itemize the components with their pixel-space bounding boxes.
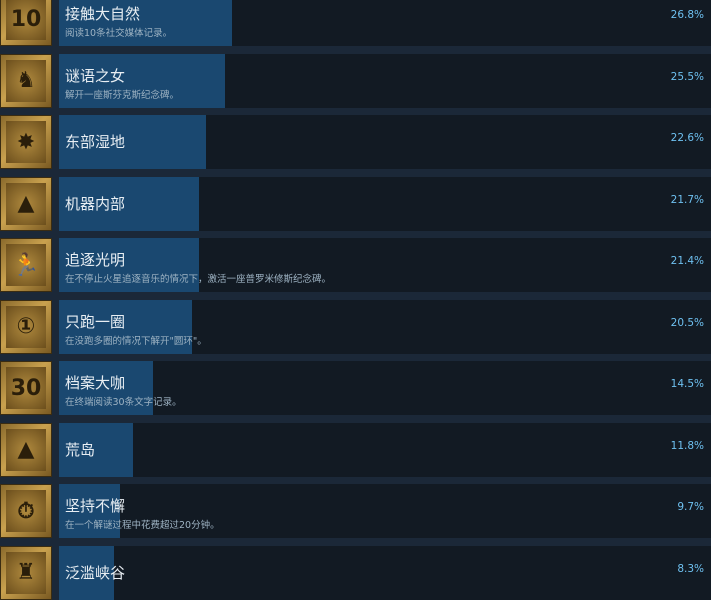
social-media-10-icon: 10 (0, 0, 52, 46)
progress-track: 追逐光明在不停止火星追逐音乐的情况下，激活一座普罗米修斯纪念碑。 21.4% (59, 238, 711, 292)
achievement-description: 阅读10条社交媒体记录。 (65, 28, 173, 39)
icon-glyph: 30 (6, 367, 46, 409)
achievement-row[interactable]: ▲ 荒岛 11.8% (0, 422, 711, 477)
achievement-description: 在没跑多圈的情况下解开"圆环"。 (65, 335, 207, 347)
icon-glyph: ✸ (6, 121, 46, 163)
achievement-row[interactable]: ① 只跑一圈在没跑多圈的情况下解开"圆环"。 20.5% (0, 299, 711, 354)
achievement-row[interactable]: ✸ 东部湿地 22.6% (0, 115, 711, 169)
achievement-title: 追逐光明 (65, 251, 126, 269)
achievement-title: 泛滥峡谷 (65, 563, 126, 582)
unlock-percentage: 26.8% (670, 9, 704, 21)
icon-glyph: ♞ (6, 59, 46, 102)
loop-one-icon: ① (0, 299, 52, 354)
progress-track: 机器内部 21.7% (59, 176, 711, 231)
island-pyramid-icon: ▲ (0, 422, 52, 477)
icon-glyph: ♜ (6, 551, 46, 594)
achievement-row[interactable]: ⏱ 坚持不懈在一个解谜过程中花费超过20分钟。 9.7% (0, 484, 711, 538)
running-figure-icon: 🏃 (0, 238, 52, 292)
canyon-tower-icon: ♜ (0, 545, 52, 600)
unlock-percentage: 21.4% (670, 255, 704, 267)
achievement-description: 在终端阅读30条文字记录。 (65, 397, 182, 408)
achievement-title: 档案大咖 (65, 374, 126, 392)
unlock-percentage: 14.5% (670, 378, 704, 390)
achievement-list: 10 接触大自然阅读10条社交媒体记录。 26.8% ♞ 谜语之女解开一座斯芬克斯纪念碑… (0, 0, 711, 600)
achievement-title: 谜语之女 (65, 66, 126, 85)
achievement-title: 只跑一圈 (65, 312, 126, 331)
progress-track: 接触大自然阅读10条社交媒体记录。 26.8% (59, 0, 711, 46)
unlock-percentage: 9.7% (677, 501, 704, 513)
achievement-title: 荒岛 (65, 440, 96, 459)
icon-glyph: ① (6, 305, 46, 348)
icon-glyph: ⏱ (6, 490, 46, 532)
icon-glyph: ▲ (6, 182, 46, 225)
compass-star-icon: ✸ (0, 115, 52, 169)
sphinx-icon: ♞ (0, 53, 52, 108)
achievement-row[interactable]: ♜ 泛滥峡谷 8.3% (0, 545, 711, 600)
achievement-row[interactable]: 30 档案大咖在终端阅读30条文字记录。 14.5% (0, 361, 711, 415)
unlock-percentage: 8.3% (677, 562, 704, 575)
icon-glyph: 🏃 (6, 244, 46, 286)
achievement-title: 接触大自然 (65, 5, 141, 23)
achievement-row[interactable]: ▲ 机器内部 21.7% (0, 176, 711, 231)
achievement-description: 在一个解谜过程中花费超过20分钟。 (65, 520, 220, 531)
icon-glyph: 10 (6, 0, 46, 40)
achievement-description: 解开一座斯芬克斯纪念碑。 (65, 89, 180, 101)
progress-track: 坚持不懈在一个解谜过程中花费超过20分钟。 9.7% (59, 484, 711, 538)
document-30-icon: 30 (0, 361, 52, 415)
progress-track: 只跑一圈在没跑多圈的情况下解开"圆环"。 20.5% (59, 299, 711, 354)
progress-track: 泛滥峡谷 8.3% (59, 545, 711, 600)
unlock-percentage: 20.5% (670, 316, 704, 329)
achievement-title: 机器内部 (65, 194, 126, 213)
progress-track: 荒岛 11.8% (59, 422, 711, 477)
achievement-title: 坚持不懈 (65, 497, 126, 515)
pyramid-eye-icon: ▲ (0, 176, 52, 231)
unlock-percentage: 21.7% (670, 193, 704, 206)
unlock-percentage: 11.8% (670, 439, 704, 452)
unlock-percentage: 25.5% (670, 70, 704, 83)
progress-track: 谜语之女解开一座斯芬克斯纪念碑。 25.5% (59, 53, 711, 108)
unlock-percentage: 22.6% (670, 132, 704, 144)
icon-glyph: ▲ (6, 428, 46, 471)
achievement-row[interactable]: 🏃 追逐光明在不停止火星追逐音乐的情况下，激活一座普罗米修斯纪念碑。 21.4% (0, 238, 711, 292)
achievement-row[interactable]: ♞ 谜语之女解开一座斯芬克斯纪念碑。 25.5% (0, 53, 711, 108)
stopwatch-icon: ⏱ (0, 484, 52, 538)
achievement-row[interactable]: 10 接触大自然阅读10条社交媒体记录。 26.8% (0, 0, 711, 46)
achievement-description: 在不停止火星追逐音乐的情况下，激活一座普罗米修斯纪念碑。 (65, 274, 332, 285)
progress-track: 档案大咖在终端阅读30条文字记录。 14.5% (59, 361, 711, 415)
achievement-title: 东部湿地 (65, 133, 126, 151)
progress-track: 东部湿地 22.6% (59, 115, 711, 169)
